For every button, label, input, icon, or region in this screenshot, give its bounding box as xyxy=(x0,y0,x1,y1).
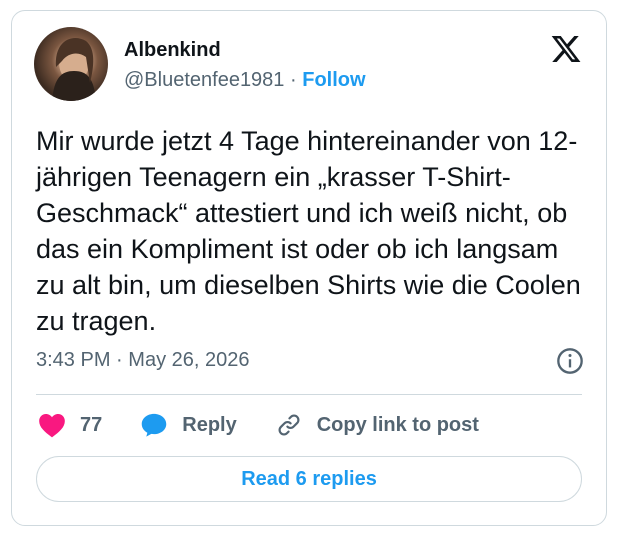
copy-link-label: Copy link to post xyxy=(316,413,479,436)
divider xyxy=(36,394,582,395)
follow-button[interactable]: Follow xyxy=(302,69,365,91)
date-separator: · xyxy=(116,349,123,371)
author-handle-row: @Bluetenfee1981 · Follow xyxy=(124,69,366,92)
like-count: 77 xyxy=(80,413,103,436)
avatar[interactable] xyxy=(34,27,108,101)
post-time: 3:43 PM xyxy=(36,349,111,371)
avatar-photo xyxy=(52,38,96,101)
link-icon xyxy=(278,414,300,436)
reply-label: Reply xyxy=(182,413,237,436)
author-name[interactable]: Albenkind xyxy=(124,39,221,62)
post-text: Mir wurde jetzt 4 Tage hintereinander vo… xyxy=(36,126,581,336)
post-timestamp[interactable]: 3:43 PM · May 26, 2026 xyxy=(36,349,249,372)
copy-link-button[interactable]: Copy link to post xyxy=(275,412,479,438)
read-replies-button[interactable]: Read 6 replies xyxy=(36,456,582,502)
like-button[interactable]: 77 xyxy=(38,412,102,438)
reply-button[interactable]: Reply xyxy=(140,412,237,438)
x-logo-icon[interactable] xyxy=(550,33,582,65)
author-handle[interactable]: @Bluetenfee1981 xyxy=(124,69,284,91)
post-date: May 26, 2026 xyxy=(128,349,250,371)
info-icon[interactable] xyxy=(556,347,584,375)
heart-icon xyxy=(39,414,65,438)
speech-bubble-icon xyxy=(142,413,167,437)
handle-separator: · xyxy=(290,69,297,91)
action-bar: 77 Reply Copy link to post xyxy=(38,409,517,441)
post-card: Albenkind @Bluetenfee1981 · Follow Mir w… xyxy=(11,10,607,526)
